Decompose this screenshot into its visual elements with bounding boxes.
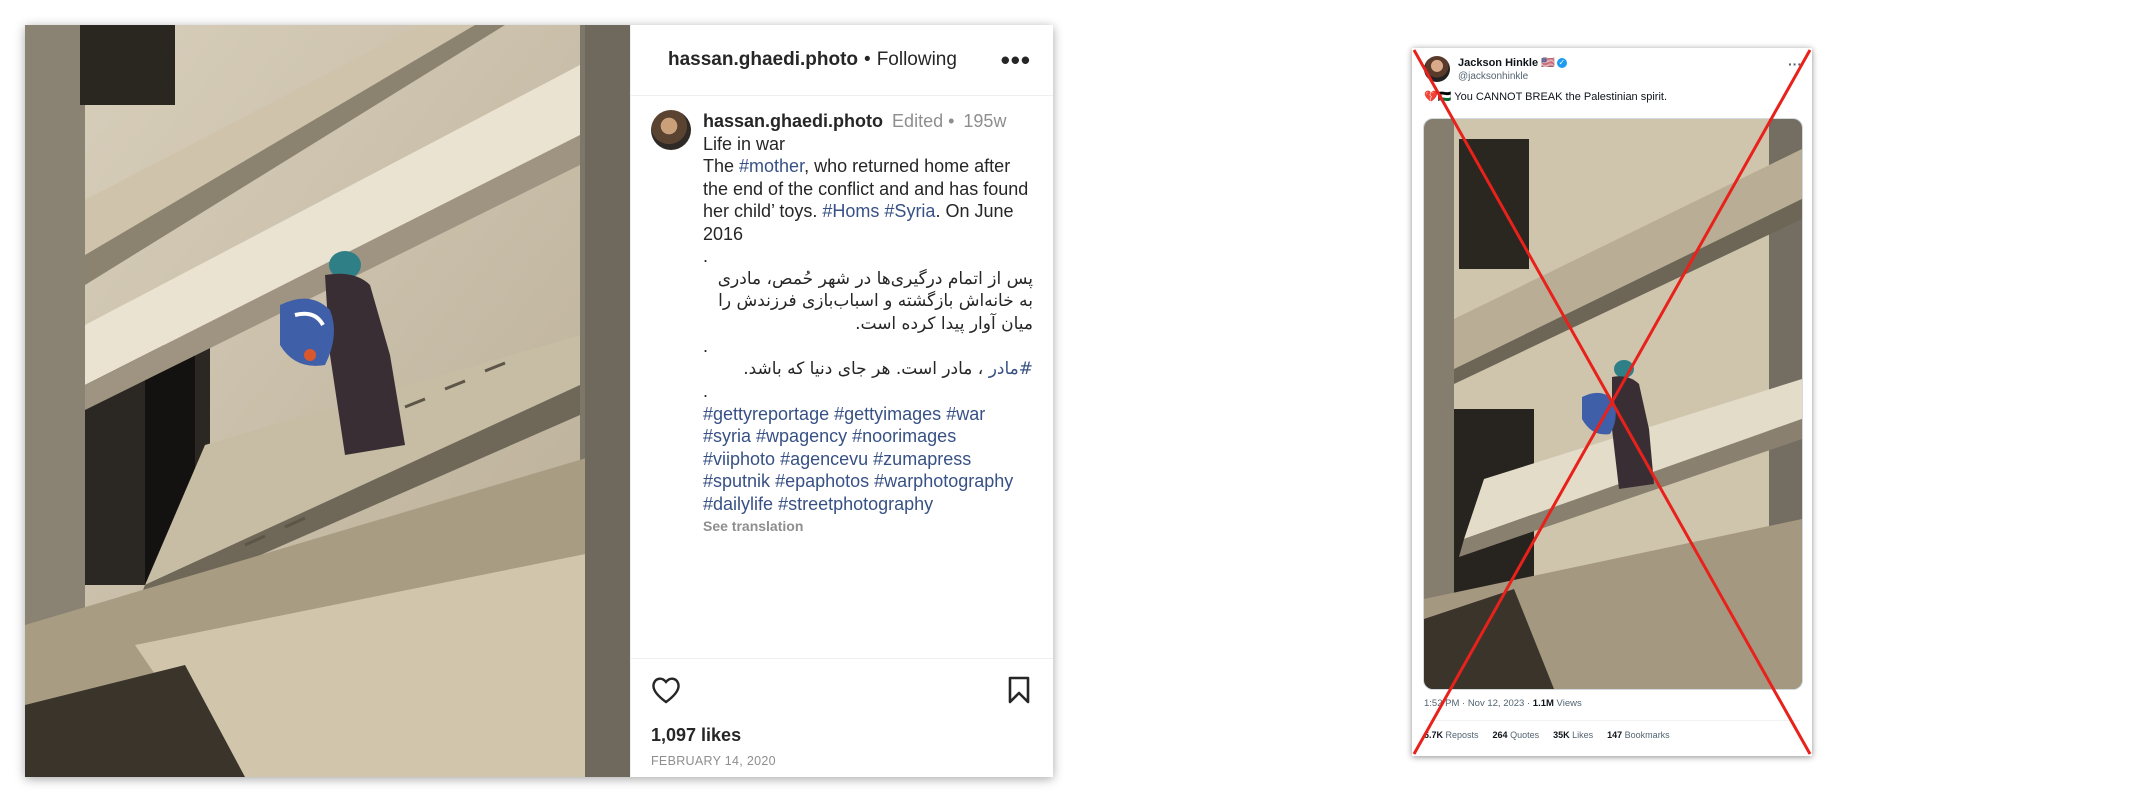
header-username[interactable]: hassan.ghaedi.photo — [668, 49, 858, 71]
hashtag-link[interactable]: #sputnik — [703, 471, 770, 491]
caption-dot: . — [703, 246, 709, 266]
war-staircase-photo — [1424, 119, 1802, 689]
tweet-author-name[interactable]: Jackson Hinkle 🇺🇸 — [1458, 57, 1555, 69]
post-date: FEBRUARY 14, 2020 — [651, 754, 776, 768]
post-header: hassan.ghaedi.photo • Following ••• — [631, 25, 1053, 96]
tweet-card: Jackson Hinkle 🇺🇸 ✓ @jacksonhinkle ··· 💔🇵… — [1412, 48, 1812, 756]
quotes-count: 264 — [1492, 730, 1508, 740]
divider — [1424, 720, 1800, 721]
likes-stat[interactable]: 35K Likes — [1553, 730, 1593, 740]
hashtag-link[interactable]: #Homs — [822, 201, 879, 221]
more-horizontal-icon[interactable]: ··· — [1788, 56, 1802, 72]
tweet-handle[interactable]: @jacksonhinkle — [1458, 70, 1567, 84]
war-staircase-photo — [25, 25, 630, 777]
hashtag-link[interactable]: #mother — [739, 156, 804, 176]
avatar[interactable] — [651, 110, 691, 150]
hashtag-link[interactable]: #war — [946, 404, 985, 424]
hashtag-list: #gettyreportage #gettyimages #war #syria… — [703, 403, 1033, 516]
reposts-stat[interactable]: 6.7K Reposts — [1424, 730, 1479, 740]
hashtag-link[interactable]: #Syria — [884, 201, 935, 221]
hashtag-link[interactable]: #streetphotography — [778, 494, 933, 514]
verified-badge-icon: ✓ — [1556, 58, 1567, 69]
post-actions: 1,097 likes FEBRUARY 14, 2020 — [631, 658, 1053, 768]
likes-count[interactable]: 1,097 likes — [651, 725, 1031, 746]
more-horizontal-icon[interactable]: ••• — [1001, 45, 1031, 76]
hashtag-link[interactable]: #dailylife — [703, 494, 773, 514]
quotes-label: Quotes — [1507, 730, 1540, 740]
hashtag-link[interactable]: #wpagency — [756, 426, 847, 446]
hashtag-link[interactable]: #viiphoto — [703, 449, 775, 469]
caption-dot: . — [703, 336, 709, 356]
persian-caption-text: ، مادر است. هر جای دنیا که باشد. — [743, 358, 984, 379]
bookmark-icon[interactable] — [1007, 676, 1031, 709]
tweet-photo[interactable] — [1423, 118, 1803, 690]
hashtag-link[interactable]: #warphotography — [874, 471, 1013, 491]
instagram-post: hassan.ghaedi.photo • Following ••• hass… — [25, 25, 1053, 777]
bookmarks-label: Bookmarks — [1622, 730, 1670, 740]
tweet-stats: 6.7K Reposts 264 Quotes 35K Likes 147 Bo… — [1424, 730, 1670, 740]
tweet-text: 💔🇵🇸 You CANNOT BREAK the Palestinian spi… — [1424, 91, 1668, 103]
caption-dot: . — [703, 381, 709, 401]
hashtag-link[interactable]: #zumapress — [873, 449, 971, 469]
reposts-label: Reposts — [1443, 730, 1479, 740]
reposts-count: 6.7K — [1424, 730, 1444, 740]
tweet-header: Jackson Hinkle 🇺🇸 ✓ @jacksonhinkle ··· — [1412, 48, 1812, 84]
heart-icon[interactable] — [651, 676, 681, 709]
following-button[interactable]: Following — [877, 49, 957, 71]
header-separator: • — [864, 49, 871, 70]
likes-label: Likes — [1569, 730, 1594, 740]
caption-text: The — [703, 156, 740, 176]
tweet-views-label: Views — [1553, 698, 1582, 709]
post-caption: hassan.ghaedi.photo Edited • 195w Life i… — [703, 110, 1033, 538]
hashtag-link[interactable]: #مادر — [989, 359, 1033, 379]
hashtag-link[interactable]: #gettyimages — [834, 404, 941, 424]
hashtag-link[interactable]: #agencevu — [780, 449, 868, 469]
hashtag-link[interactable]: #syria — [703, 426, 751, 446]
bookmarks-count: 147 — [1607, 730, 1623, 740]
tweet-timestamp[interactable]: 1:52 PM · Nov 12, 2023 · — [1424, 698, 1533, 709]
tweet-views-count: 1.1M — [1532, 698, 1554, 709]
quotes-stat[interactable]: 264 Quotes — [1493, 730, 1540, 740]
caption-body: The #mother, who returned home after the… — [703, 155, 1033, 245]
post-age[interactable]: 195w — [963, 111, 1006, 131]
caption-username[interactable]: hassan.ghaedi.photo — [703, 111, 883, 131]
hashtag-link[interactable]: #epaphotos — [775, 471, 869, 491]
caption-row: hassan.ghaedi.photo Edited • 195w Life i… — [631, 96, 1053, 538]
edited-label: Edited • — [892, 111, 955, 131]
post-sidebar: hassan.ghaedi.photo • Following ••• hass… — [630, 25, 1053, 777]
likes-count: 35K — [1553, 730, 1570, 740]
avatar[interactable] — [1424, 56, 1450, 82]
hashtag-link[interactable]: #noorimages — [852, 426, 956, 446]
persian-caption: پس از اتمام درگیری‌ها در شهر حُمص، مادری… — [717, 268, 1033, 334]
tweet-meta: 1:52 PM · Nov 12, 2023 · 1.1M Views — [1424, 698, 1582, 709]
bookmarks-stat[interactable]: 147 Bookmarks — [1607, 730, 1670, 740]
caption-title: Life in war — [703, 133, 786, 154]
persian-caption-line: #مادر ، مادر است. هر جای دنیا که باشد. — [703, 358, 1033, 381]
see-translation-link[interactable]: See translation — [703, 515, 1033, 538]
post-photo[interactable] — [25, 25, 630, 777]
hashtag-link[interactable]: #gettyreportage — [703, 404, 829, 424]
